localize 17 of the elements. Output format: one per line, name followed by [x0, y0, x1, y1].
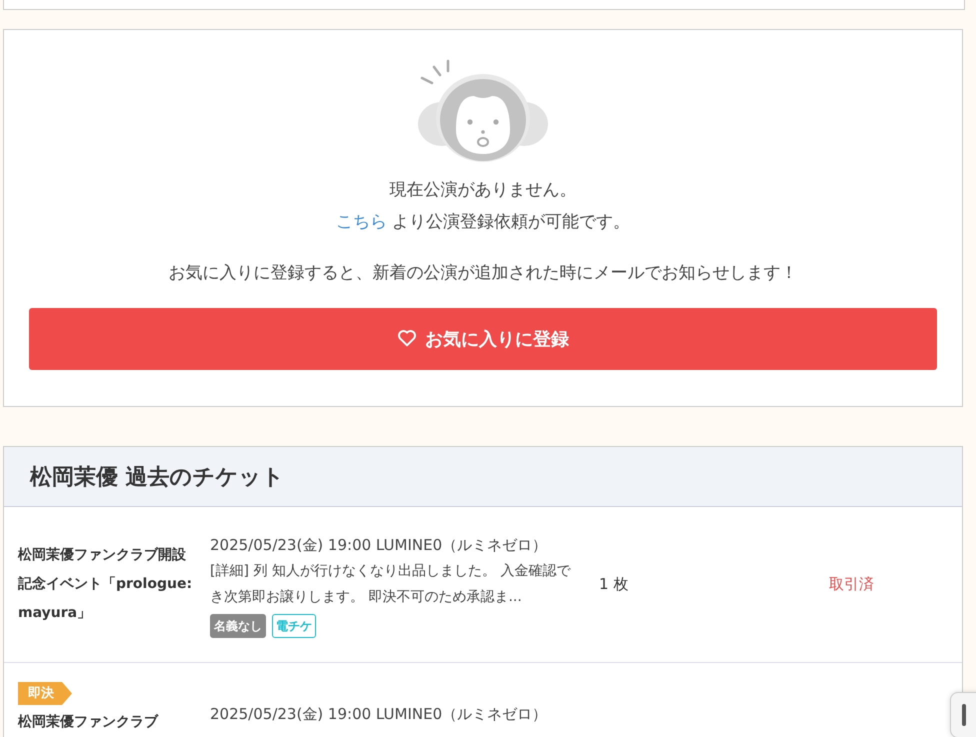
- date-venue-text: 2025/05/23(金) 19:00 LUMINE0（ルミネゼロ）: [210, 534, 548, 556]
- request-text: より公演登録依頼が可能です。: [392, 212, 630, 232]
- favorite-hint: お気に入りに登録すると、新着の公演が追加された時にメールでお知らせします！: [168, 262, 798, 285]
- no-performance-message: 現在公演がありません。: [388, 179, 578, 202]
- section-title: 松岡茉優 過去のチケット: [4, 447, 962, 507]
- heart-icon: [397, 329, 417, 347]
- date-venue-text: 2025/05/23(金) 19:00 LUMINE0（ルミネゼロ）: [210, 704, 548, 725]
- instant-buy-badge: 即決: [18, 682, 72, 705]
- add-favorite-button[interactable]: お気に入りに登録: [29, 308, 937, 370]
- detail-text: [詳細] 列 知人が行けなくなり出品しました。 入金確認でき次第即お譲りします。 即決不可のため承認ま...: [210, 562, 572, 606]
- quantity-text: 1 枚: [599, 575, 630, 594]
- status-text: 取引済: [829, 575, 874, 594]
- ticket-tag: 名義なし: [210, 614, 266, 638]
- ticket-tag: 電チケ: [272, 614, 316, 638]
- request-link[interactable]: こちら: [336, 212, 387, 232]
- event-title[interactable]: 松岡茉優ファンクラブ: [18, 708, 193, 737]
- event-title[interactable]: 松岡茉優ファンクラブ開設記念イベント「prologue:mayura」: [18, 541, 193, 628]
